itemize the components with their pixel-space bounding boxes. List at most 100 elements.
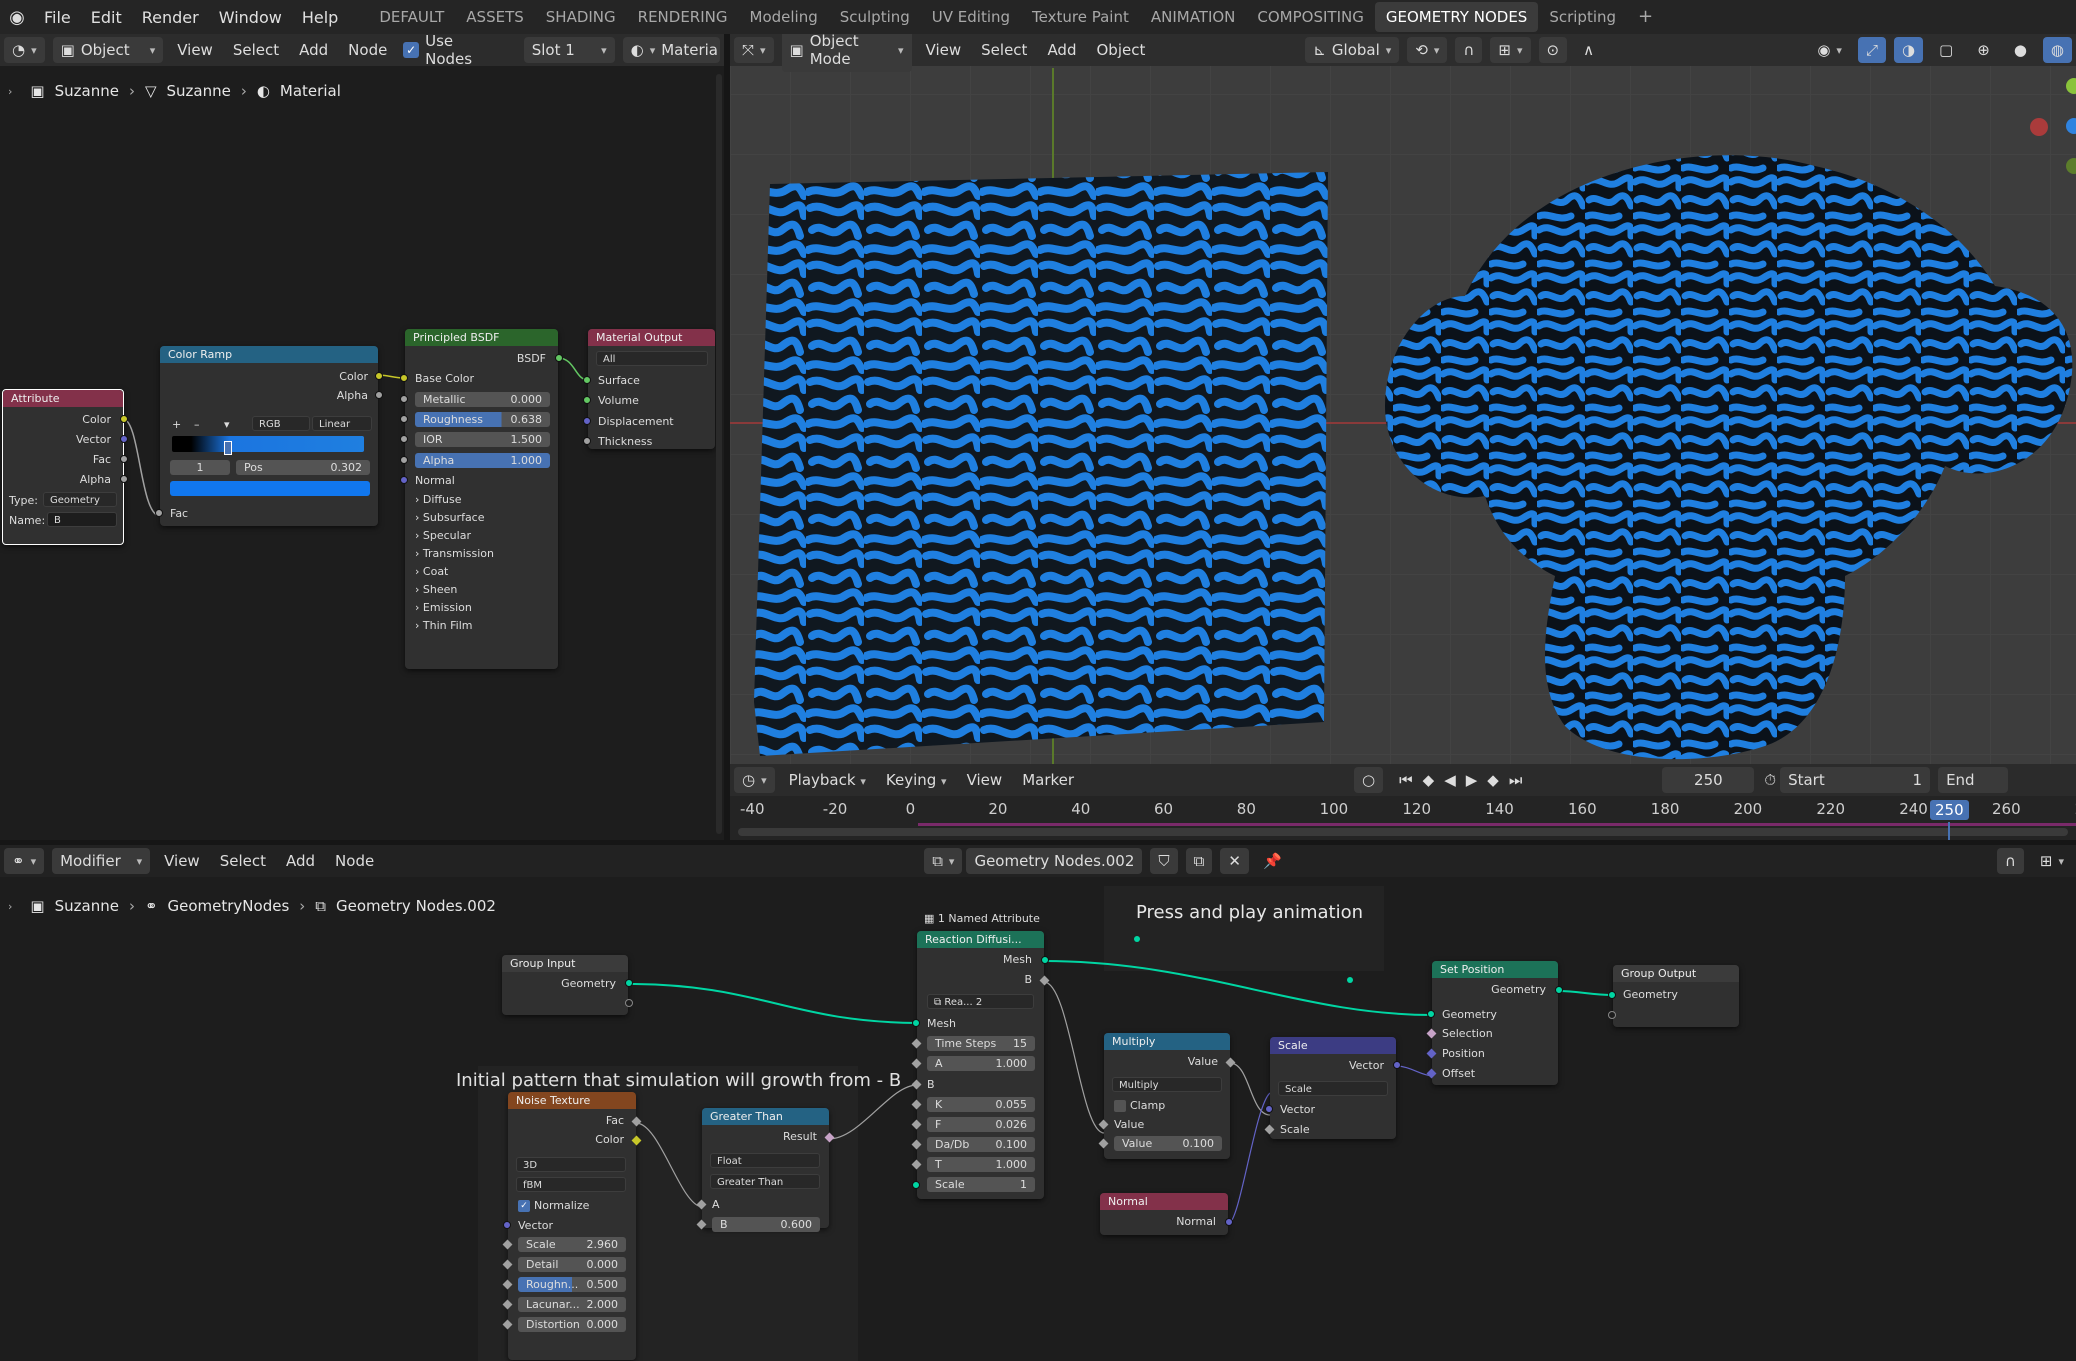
- multiply-node[interactable]: Multiply Value Multiply Clamp Value Valu…: [1098, 1033, 1236, 1159]
- object-mode-dropdown[interactable]: ▣ Object Mode ▾: [781, 34, 912, 72]
- socket-noise-vector-in[interactable]: [503, 1221, 511, 1229]
- a-field[interactable]: A 1.000: [927, 1056, 1035, 1071]
- socket-scale-vector-in[interactable]: [1265, 1105, 1273, 1113]
- noise-roughness-field[interactable]: Roughn... 0.500: [518, 1277, 626, 1292]
- material-output-node[interactable]: Material Output All Surface Volume Displ…: [583, 329, 715, 449]
- socket-roughness-in[interactable]: [400, 415, 408, 423]
- tab-texture-paint[interactable]: Texture Paint: [1021, 2, 1140, 32]
- roughness-field[interactable]: Roughness 0.638: [415, 412, 550, 427]
- noise-lacunarity-field[interactable]: Lacunar... 2.000: [518, 1297, 626, 1312]
- editor-type-dropdown[interactable]: ⤧ ▾: [734, 37, 774, 63]
- panel-sheen[interactable]: › Sheen: [415, 581, 494, 599]
- ramp-pos-field[interactable]: Pos 0.302: [236, 460, 370, 475]
- noise-scale-field[interactable]: Scale 2.960: [518, 1237, 626, 1252]
- ramp-color-swatch[interactable]: [170, 481, 370, 496]
- tab-geometry-nodes[interactable]: GEOMETRY NODES: [1374, 2, 1539, 32]
- menu-help[interactable]: Help: [292, 8, 348, 27]
- timeline-scrollbar[interactable]: [738, 828, 2068, 836]
- socket-surface-in[interactable]: [583, 376, 591, 384]
- socket-thickness-in[interactable]: [583, 437, 591, 445]
- start-frame-field[interactable]: Start 1: [1780, 767, 1931, 793]
- socket-ramp-fac-in[interactable]: [155, 509, 163, 517]
- socket-displacement-in[interactable]: [583, 417, 591, 425]
- menu-keying[interactable]: Keying ▾: [876, 771, 957, 789]
- shading-wireframe[interactable]: ⊕: [1969, 37, 1998, 63]
- visibility-dropdown[interactable]: ◉ ▾: [1809, 37, 1850, 63]
- ramp-add-stop-button[interactable]: +: [172, 418, 181, 431]
- socket-volume-in[interactable]: [583, 396, 591, 404]
- socket-metallic-in[interactable]: [400, 395, 408, 403]
- editor-type-dropdown[interactable]: ◷ ▾: [734, 767, 775, 793]
- menu-file[interactable]: File: [34, 8, 81, 27]
- socket-normal-out[interactable]: [1225, 1218, 1233, 1226]
- ramp-stop-index[interactable]: 1: [170, 460, 230, 475]
- socket-group-output-empty[interactable]: [1608, 1011, 1616, 1019]
- socket-alpha-in[interactable]: [400, 456, 408, 464]
- snap-target-dropdown[interactable]: ⊞ ▾: [1490, 37, 1531, 63]
- tab-assets[interactable]: ASSETS: [455, 2, 534, 32]
- menu-marker[interactable]: Marker: [1012, 771, 1084, 789]
- noise-dim-select[interactable]: 3D: [516, 1157, 626, 1172]
- nav-gizmo-y[interactable]: [2066, 78, 2076, 94]
- time-steps-field[interactable]: Time Steps 15: [927, 1036, 1035, 1051]
- panel-emission[interactable]: › Emission: [415, 599, 494, 617]
- color-ramp-node[interactable]: Color Ramp Color Alpha + – ▾ RGB Linear …: [155, 346, 383, 526]
- timeline-ruler[interactable]: -40 -20 0 20 40 60 80 100 120 140 160 180 200 220 240 2…: [730, 796, 2076, 822]
- play-reverse-button[interactable]: ◀: [1444, 771, 1456, 789]
- menu-window[interactable]: Window: [209, 8, 292, 27]
- ramp-menu-chevron-icon[interactable]: ▾: [224, 418, 230, 431]
- principled-bsdf-node[interactable]: Principled BSDF BSDF Base Color Metallic…: [400, 329, 563, 669]
- scale-field[interactable]: Scale 1: [927, 1177, 1035, 1192]
- noise-distortion-field[interactable]: Distortion 0.000: [518, 1317, 626, 1332]
- menu-view[interactable]: View: [916, 41, 972, 59]
- next-keyframe-button[interactable]: ◆: [1487, 771, 1499, 789]
- end-frame-field[interactable]: End: [1938, 767, 2009, 793]
- ramp-interp-select[interactable]: Linear: [312, 416, 372, 431]
- xray-toggle[interactable]: ▢: [1931, 37, 1961, 63]
- socket-group-geometry-out[interactable]: [625, 979, 633, 987]
- auto-keying-toggle[interactable]: ○: [1354, 767, 1384, 793]
- attr-type-select[interactable]: Geometry: [43, 492, 117, 507]
- noise-detail-field[interactable]: Detail 0.000: [518, 1257, 626, 1272]
- tab-uv-editing[interactable]: UV Editing: [921, 2, 1021, 32]
- socket-ior-in[interactable]: [400, 435, 408, 443]
- greater-than-node[interactable]: Greater Than Result Float Greater Than A…: [696, 1108, 835, 1232]
- socket-vector-out[interactable]: [120, 435, 128, 443]
- normalize-checkbox[interactable]: ✓: [518, 1200, 530, 1212]
- set-position-node[interactable]: Set Position Geometry Geometry Selection…: [1426, 961, 1563, 1085]
- clamp-checkbox[interactable]: [1114, 1100, 1126, 1112]
- panel-coat[interactable]: › Coat: [415, 563, 494, 581]
- socket-scale-in[interactable]: [912, 1181, 920, 1189]
- menu-object[interactable]: Object: [1086, 41, 1155, 59]
- ramp-color-mode-select[interactable]: RGB: [252, 416, 310, 431]
- greater-b-field[interactable]: B 0.600: [712, 1217, 820, 1232]
- k-field[interactable]: K 0.055: [927, 1097, 1035, 1112]
- ior-field[interactable]: IOR 1.500: [415, 432, 550, 447]
- socket-ramp-color-out[interactable]: [375, 372, 383, 380]
- panel-thin-film[interactable]: › Thin Film: [415, 617, 494, 635]
- prev-keyframe-button[interactable]: ◆: [1423, 771, 1435, 789]
- panel-transmission[interactable]: › Transmission: [415, 545, 494, 563]
- normal-node[interactable]: Normal Normal: [1100, 1193, 1233, 1235]
- socket-color-out[interactable]: [120, 415, 128, 423]
- menu-select[interactable]: Select: [971, 41, 1037, 59]
- greater-type-select[interactable]: Float: [710, 1153, 820, 1168]
- ramp-stop-handle[interactable]: [224, 441, 232, 455]
- menu-view[interactable]: View: [957, 771, 1013, 789]
- viewport-3d[interactable]: ⤧ ▾ ▣ Object Mode ▾ View Select Add Object …: [730, 34, 2076, 764]
- socket-ramp-alpha-out[interactable]: [375, 391, 383, 399]
- socket-alpha-out[interactable]: [120, 475, 128, 483]
- falloff-dropdown[interactable]: ∧: [1575, 37, 1602, 63]
- alpha-field[interactable]: Alpha 1.000: [415, 453, 550, 468]
- scale-node[interactable]: Scale Vector Scale Vector Scale: [1264, 1037, 1401, 1139]
- tab-rendering[interactable]: RENDERING: [627, 2, 739, 32]
- ramp-remove-stop-button[interactable]: –: [194, 418, 200, 431]
- current-frame-field[interactable]: 250: [1662, 767, 1755, 793]
- menu-add[interactable]: Add: [1037, 41, 1086, 59]
- tab-scripting[interactable]: Scripting: [1538, 2, 1627, 32]
- socket-normal-in[interactable]: [400, 476, 408, 484]
- tab-sculpting[interactable]: Sculpting: [829, 2, 921, 32]
- gizmo-toggle[interactable]: ⤢: [1857, 37, 1886, 63]
- multiply-op-select[interactable]: Multiply: [1112, 1077, 1222, 1092]
- socket-bsdf-out[interactable]: [555, 354, 563, 362]
